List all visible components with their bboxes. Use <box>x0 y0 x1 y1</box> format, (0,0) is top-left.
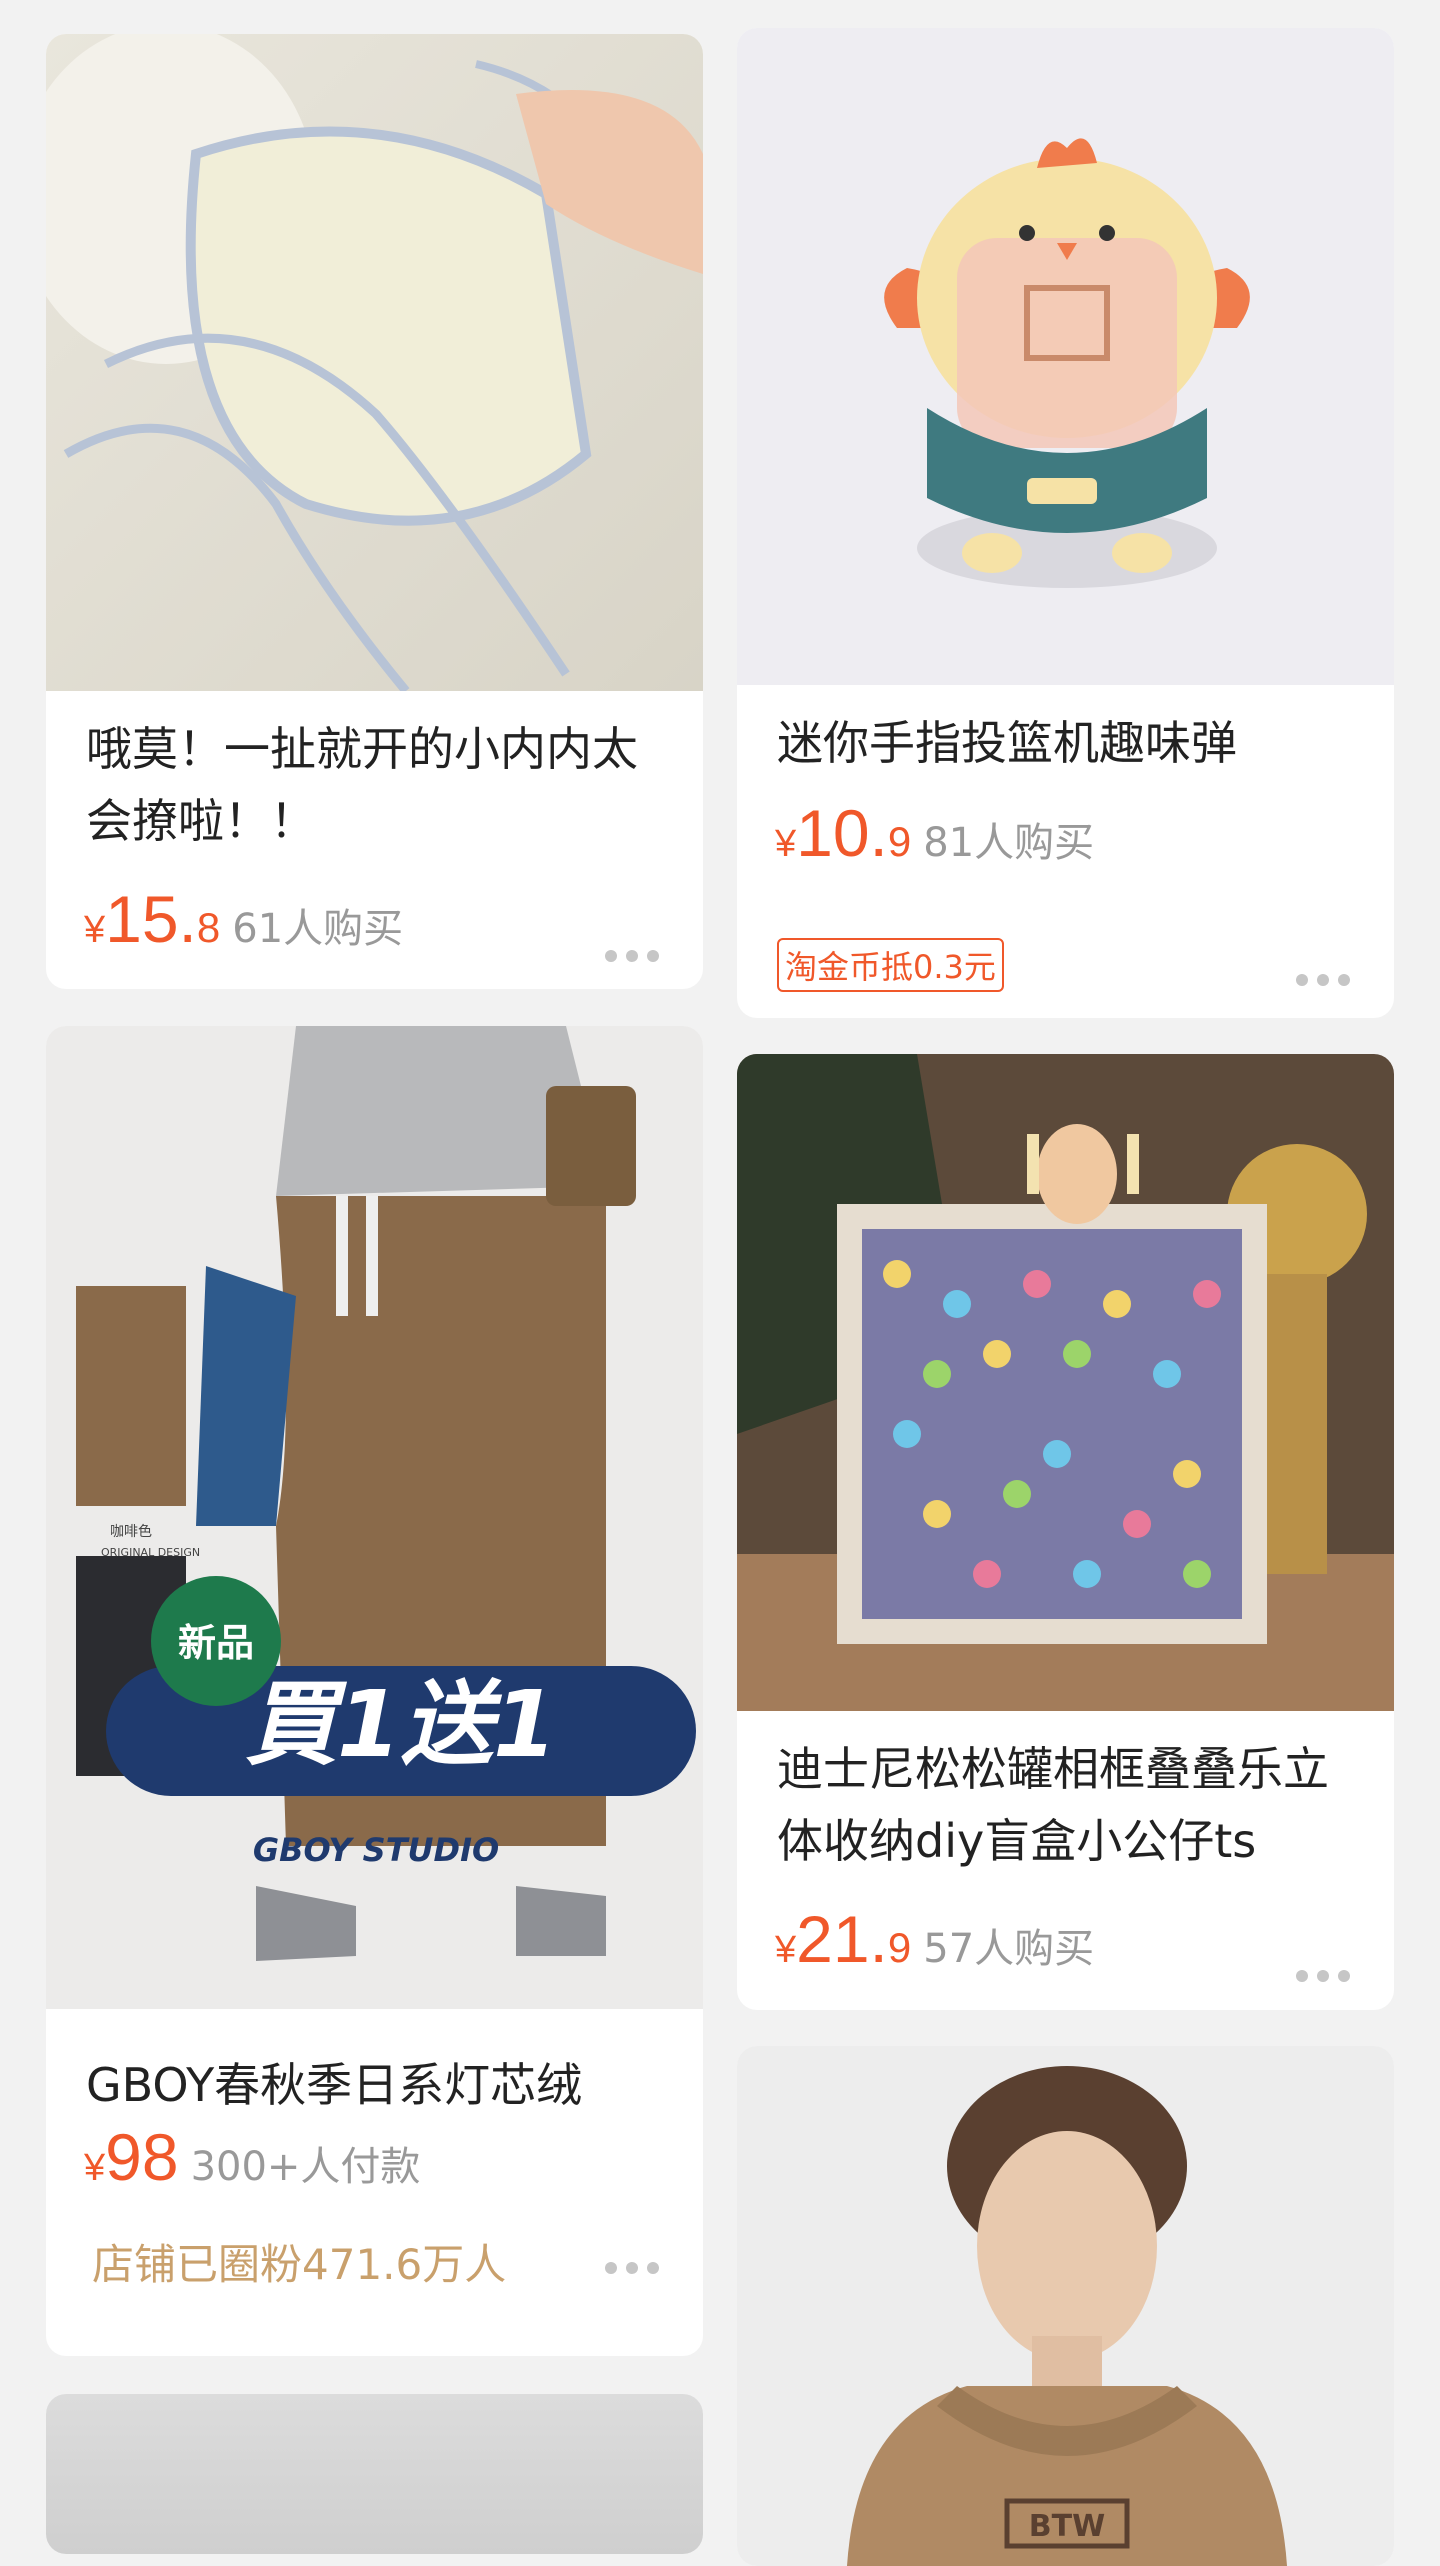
sales-count: 61人购买 <box>232 906 404 952</box>
shop-fans-text: 店铺已圈粉471.6万人 <box>92 2240 507 2289</box>
more-dots-icon[interactable] <box>605 2261 659 2275</box>
product-price: ¥ 10. 9 81人购买 <box>775 795 1094 871</box>
sales-count: 57人购买 <box>923 1926 1095 1972</box>
product-card-4[interactable]: 迪士尼松松罐相框叠叠乐立体收纳diy盲盒小公仔ts ¥ 21. 9 57人购买 <box>737 1054 1394 2010</box>
more-dots-icon[interactable] <box>1296 1969 1350 1983</box>
price-decimal: 8 <box>196 904 221 951</box>
swatch-label: 咖啡色 <box>110 1523 152 1540</box>
product-title[interactable]: GBOY春秋季日系灯芯绒 <box>86 2049 663 2121</box>
product-title[interactable]: 哦莫！一扯就开的小内内太会撩啦！！ <box>86 713 663 857</box>
product-card-1[interactable]: 哦莫！一扯就开的小内内太会撩啦！！ ¥ 15. 8 61人购买 <box>46 34 703 989</box>
product-price: ¥ 21. 9 57人购买 <box>775 1901 1094 1977</box>
sales-count: 81人购买 <box>923 820 1095 866</box>
price-currency: ¥ <box>775 823 797 865</box>
price-integer: 10. <box>796 796 888 870</box>
price-integer: 15. <box>105 882 197 956</box>
more-dots-icon[interactable] <box>605 949 659 963</box>
product-price: ¥ 98 300+人付款 <box>84 2119 420 2195</box>
price-integer: 98 <box>105 2120 179 2194</box>
product-card-3[interactable]: 咖啡色 ORIGINAL DESIGN 新品 買1送1 GBOY STUDIO … <box>46 1026 703 2356</box>
price-currency: ¥ <box>775 1929 797 1971</box>
price-currency: ¥ <box>84 909 106 951</box>
promo-text: 買1送1 <box>245 1671 557 1778</box>
price-decimal: 9 <box>887 818 912 865</box>
more-dots-icon[interactable] <box>1296 973 1350 987</box>
product-image[interactable] <box>737 1054 1394 1711</box>
price-integer: 21. <box>796 1902 888 1976</box>
product-price: ¥ 15. 8 61人购买 <box>84 881 403 957</box>
price-currency: ¥ <box>84 2147 106 2189</box>
product-image[interactable]: BTW <box>737 2046 1394 2566</box>
product-image[interactable] <box>737 28 1394 685</box>
product-image[interactable]: 咖啡色 ORIGINAL DESIGN 新品 買1送1 GBOY STUDIO <box>46 1026 703 2009</box>
product-title[interactable]: 迪士尼松松罐相框叠叠乐立体收纳diy盲盒小公仔ts <box>777 1733 1354 1877</box>
product-image[interactable] <box>46 2394 703 2554</box>
price-decimal: 9 <box>887 1924 912 1971</box>
coin-discount-tag: 淘金币抵0.3元 <box>777 938 1004 992</box>
product-card-6[interactable]: BTW <box>737 2046 1394 2566</box>
product-title[interactable]: 迷你手指投篮机趣味弹 <box>777 707 1354 779</box>
product-card-2[interactable]: 迷你手指投篮机趣味弹 ¥ 10. 9 81人购买 淘金币抵0.3元 <box>737 28 1394 1018</box>
swatch-sublabel: ORIGINAL DESIGN <box>101 1546 200 1559</box>
sales-count: 300+人付款 <box>190 2144 421 2190</box>
product-card-5[interactable] <box>46 2394 703 2554</box>
new-badge: 新品 <box>178 1621 254 1665</box>
brand-text: GBOY STUDIO <box>253 1831 499 1869</box>
product-image[interactable] <box>46 34 703 691</box>
